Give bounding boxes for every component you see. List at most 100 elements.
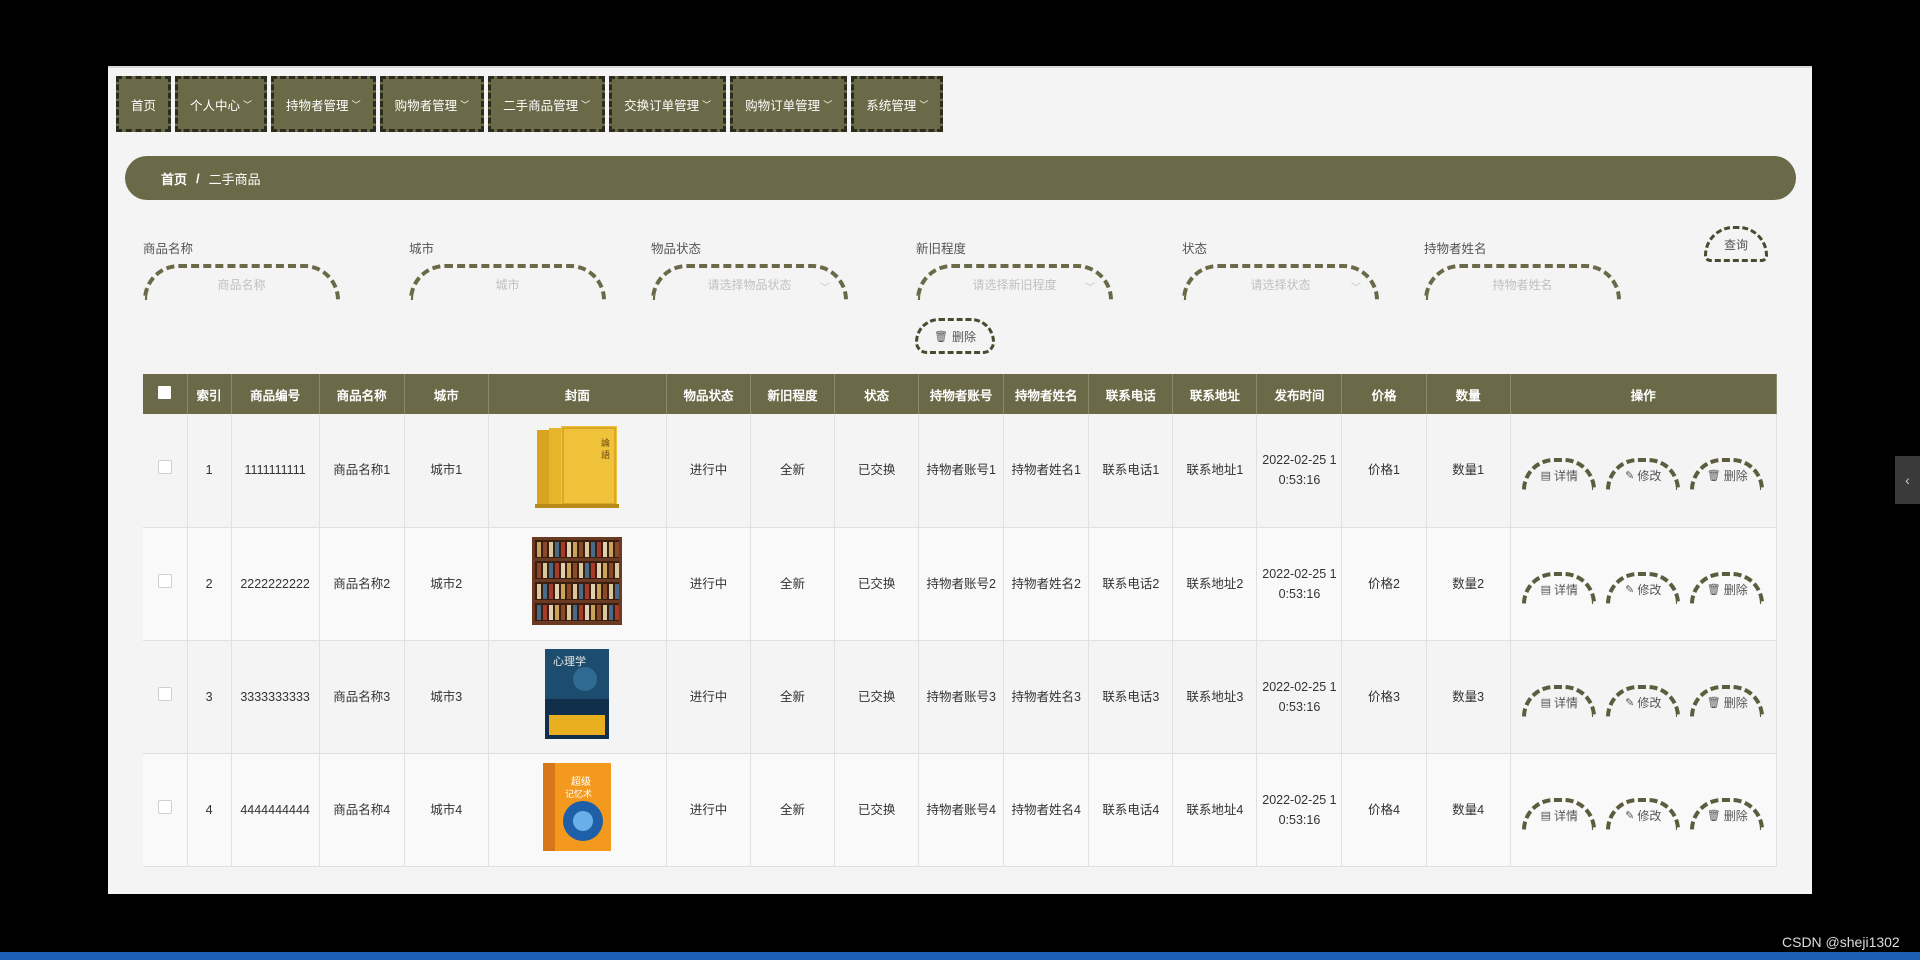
batch-delete-button[interactable]: 🗑 删除 — [915, 318, 995, 354]
nav-item-2[interactable]: 持物者管理 ﹀ — [271, 76, 376, 132]
nav-item-7[interactable]: 系统管理 ﹀ — [851, 76, 944, 132]
cell-name: 商品名称4 — [319, 753, 405, 867]
cell-code: 3333333333 — [231, 640, 320, 754]
delete-button[interactable]: 🗑 删除 — [1690, 458, 1765, 491]
cell-idx: 1 — [187, 414, 232, 528]
column-header: 封面 — [488, 374, 667, 414]
nav-item-0[interactable]: 首页 — [116, 76, 172, 132]
chevron-left-icon: ‹ — [1905, 472, 1910, 488]
row-checkbox[interactable] — [157, 460, 172, 475]
cell-status: 已交换 — [834, 640, 920, 754]
row-select-cell — [143, 640, 188, 754]
select-all-checkbox[interactable] — [158, 386, 172, 399]
chevron-down-icon: ﹀ — [1085, 283, 1095, 294]
cell-phone: 联系电话1 — [1088, 414, 1174, 528]
chevron-down-icon: ﹀ — [820, 283, 830, 294]
cell-phone: 联系电话3 — [1088, 640, 1174, 754]
delete-button[interactable]: 🗑 删除 — [1690, 684, 1765, 717]
row-actions: ▤ 详情 ✎ 修改 🗑 删除 — [1515, 564, 1772, 604]
svg-text:超级: 超级 — [571, 775, 591, 788]
delete-label: 删除 — [1723, 695, 1748, 710]
filter-label: 状态 — [1182, 242, 1208, 256]
detail-label: 详情 — [1553, 469, 1578, 484]
cell-name: 商品名称2 — [319, 527, 405, 641]
row-checkbox[interactable] — [157, 686, 172, 701]
edit-button[interactable]: ✎ 修改 — [1606, 684, 1681, 717]
side-collapse-tab[interactable]: ‹ — [1895, 456, 1920, 504]
nav-item-label: 个人中心 — [190, 98, 241, 113]
filter-5: 持物者姓名 持物者姓名 — [1424, 238, 1621, 300]
cell-condition: 全新 — [750, 753, 836, 867]
row-actions: ▤ 详情 ✎ 修改 🗑 删除 — [1515, 677, 1772, 717]
edit-button[interactable]: ✎ 修改 — [1606, 797, 1681, 830]
row-select-cell — [143, 753, 188, 867]
nav-item-label: 购物订单管理 — [745, 98, 821, 113]
goods-table: 索引 商品编号 商品名称 城市 封面 物品状态 新旧程度 状态 持物者账号 持物者姓名 联系电话 联系… — [143, 374, 1778, 867]
delete-button[interactable]: 🗑 删除 — [1690, 797, 1765, 830]
query-button[interactable]: 查询 — [1704, 226, 1768, 262]
filter-field[interactable]: 商品名称 — [143, 264, 340, 300]
cell-price: 价格1 — [1341, 414, 1427, 528]
row-actions: ▤ 详情 ✎ 修改 🗑 删除 — [1515, 450, 1772, 491]
detail-button[interactable]: ▤ 详情 — [1522, 571, 1597, 604]
cell-name: 商品名称1 — [319, 414, 405, 528]
filter-4: 状态请选择状态 ﹀ — [1182, 238, 1379, 300]
detail-button[interactable]: ▤ 详情 — [1522, 797, 1597, 830]
breadcrumb-home[interactable]: 首页 — [161, 169, 187, 188]
edit-button[interactable]: ✎ 修改 — [1606, 571, 1681, 604]
chevron-down-icon: ﹀ — [919, 99, 929, 110]
cell-item-status: 进行中 — [666, 753, 752, 867]
nav-item-3[interactable]: 购物者管理 ﹀ — [379, 76, 485, 132]
cell-address: 联系地址4 — [1172, 753, 1258, 867]
chevron-down-icon: ﹀ — [351, 99, 361, 110]
row-checkbox[interactable] — [157, 799, 172, 814]
nav-item-6[interactable]: 购物订单管理 ﹀ — [730, 76, 848, 132]
row-checkbox[interactable] — [157, 573, 172, 588]
delete-button[interactable]: 🗑 删除 — [1690, 571, 1765, 604]
trash-icon: 🗑 — [934, 330, 948, 343]
detail-button[interactable]: ▤ 详情 — [1522, 458, 1597, 491]
delete-label: 删除 — [1723, 582, 1748, 597]
cell-qty: 数量4 — [1426, 753, 1511, 867]
column-header: 数量 — [1426, 374, 1511, 414]
cell-phone: 联系电话4 — [1088, 753, 1174, 867]
cell-idx: 2 — [187, 527, 232, 641]
filter-label: 商品名称 — [143, 242, 194, 256]
nav-item-4[interactable]: 二手商品管理 ﹀ — [488, 76, 606, 132]
cell-owner-account: 持物者账号1 — [918, 414, 1005, 528]
cell-time: 2022-02-25 10:53:16 — [1256, 527, 1343, 641]
filter-field[interactable]: 请选择新旧程度 ﹀ — [916, 264, 1113, 300]
table-header: 索引 商品编号 商品名称 城市 封面 物品状态 新旧程度 状态 持物者账号 持物者姓名 联系电话 联系… — [143, 374, 1778, 414]
cover-cell: 超级 记忆术 — [488, 753, 667, 867]
column-header: 操作 — [1510, 374, 1778, 414]
filter-label: 新旧程度 — [916, 242, 967, 256]
cell-qty: 数量2 — [1426, 527, 1511, 641]
cell-city: 城市1 — [404, 414, 489, 528]
filter-field[interactable]: 持物者姓名 — [1424, 264, 1621, 300]
column-header: 持物者账号 — [918, 374, 1005, 414]
filter-placeholder: 请选择物品状态 — [707, 277, 792, 292]
cell-owner-account: 持物者账号3 — [918, 640, 1005, 754]
chevron-down-icon: ﹀ — [581, 99, 591, 110]
header-select-all[interactable] — [143, 374, 188, 414]
nav-item-label: 持物者管理 — [286, 98, 349, 113]
detail-label: 详情 — [1553, 582, 1578, 597]
top-nav: 首页 个人中心 ﹀ 持物者管理 ﹀ 购物者管理 ﹀ 二手商品管理 ﹀ 交换订单管理 ﹀ 购物订单管理 ﹀… — [116, 76, 944, 132]
nav-item-5[interactable]: 交换订单管理 ﹀ — [609, 76, 727, 132]
table-row: 3 3333333333 商品名称3 城市3 心理学 进行中 全新 已交换 持物者账号3 持物者姓… — [143, 640, 1778, 754]
chevron-down-icon: ﹀ — [1351, 283, 1361, 294]
nav-item-label: 首页 — [131, 98, 157, 113]
nav-item-1[interactable]: 个人中心 ﹀ — [175, 76, 268, 132]
filter-field[interactable]: 城市 — [409, 264, 606, 300]
cell-item-status: 进行中 — [666, 640, 752, 754]
filter-field[interactable]: 请选择物品状态 ﹀ — [651, 264, 848, 300]
edit-button[interactable]: ✎ 修改 — [1606, 458, 1681, 491]
document-icon: ▤ — [1540, 809, 1551, 822]
filter-field[interactable]: 请选择状态 ﹀ — [1182, 264, 1379, 300]
cell-address: 联系地址3 — [1172, 640, 1258, 754]
delete-label: 删除 — [1723, 808, 1748, 823]
detail-button[interactable]: ▤ 详情 — [1522, 684, 1597, 717]
table-row: 4 4444444444 商品名称4 城市4 超级 记忆术 进行中 全新 已交换 持物者账号4 持物… — [143, 753, 1778, 867]
pencil-icon: ✎ — [1625, 696, 1635, 709]
breadcrumb-current: 二手商品 — [208, 171, 261, 187]
